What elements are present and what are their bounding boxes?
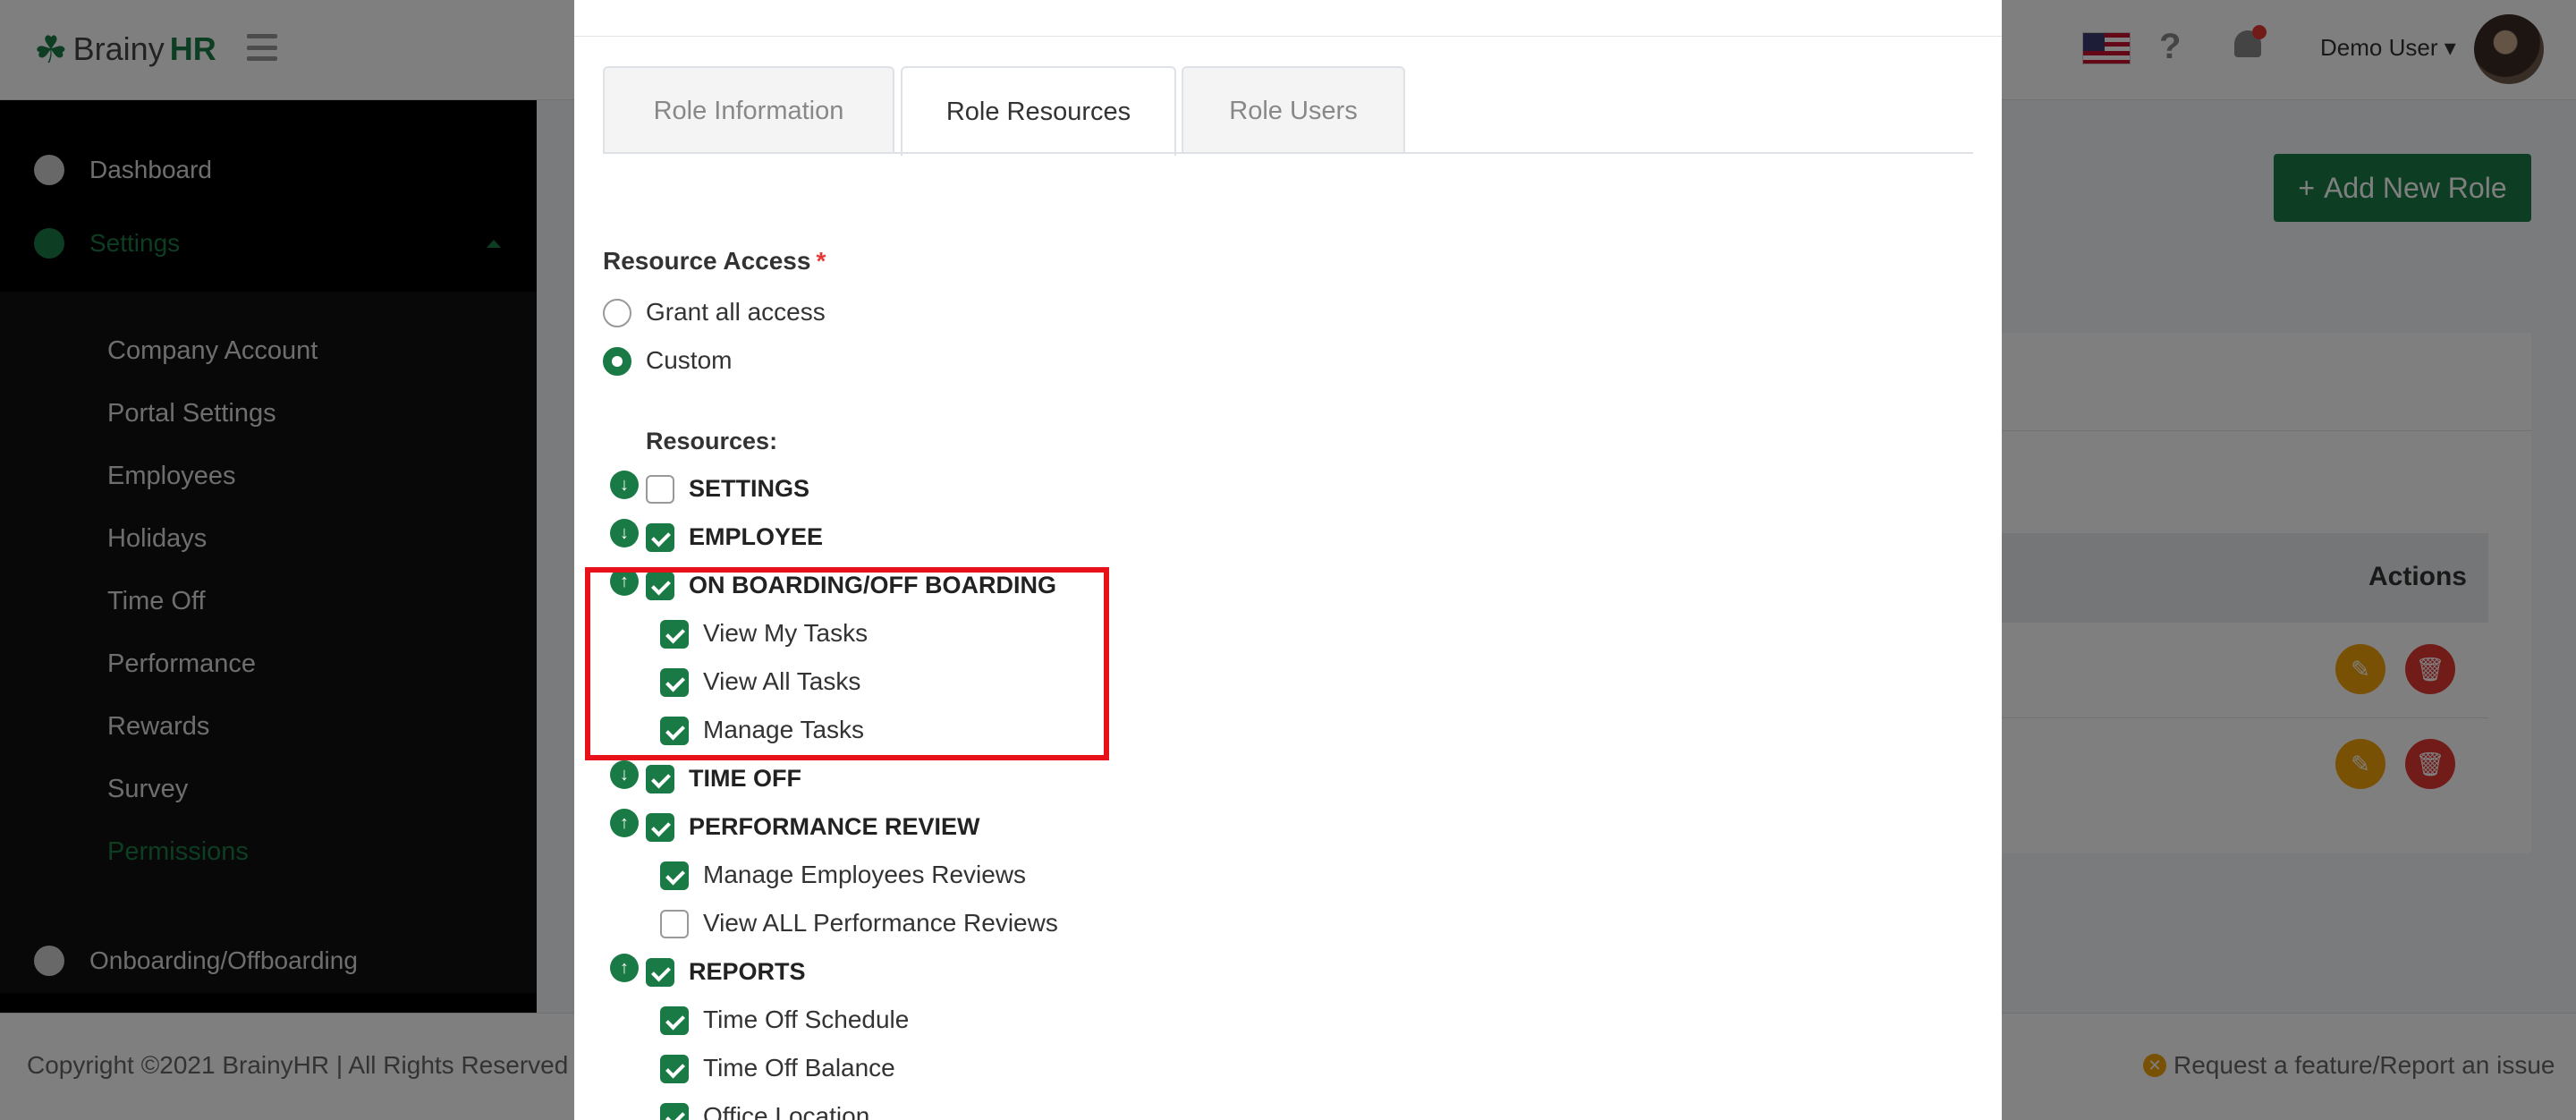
modal-header-divider xyxy=(574,36,2002,37)
expand-arrow-down-icon[interactable]: ↓ xyxy=(610,760,639,789)
resource-access-label: Resource Access * xyxy=(603,247,826,275)
resources-label: Resources: xyxy=(646,428,778,454)
manage-employees-reviews-checkbox[interactable] xyxy=(660,861,689,890)
expand-arrow-down-icon[interactable]: ↓ xyxy=(610,519,639,547)
time-off-balance-checkbox[interactable] xyxy=(660,1055,689,1083)
time-off-balance-label: Time Off Balance xyxy=(703,1054,895,1082)
office-location-label: Office Location xyxy=(703,1102,870,1120)
performance-checkbox[interactable] xyxy=(646,813,674,842)
view-all-performance-reviews-checkbox[interactable] xyxy=(660,910,689,938)
tab-role-users[interactable]: Role Users xyxy=(1182,66,1405,154)
reports-resource-label: REPORTS xyxy=(689,958,806,985)
required-mark: * xyxy=(816,247,826,275)
timeoff-checkbox[interactable] xyxy=(646,765,674,793)
custom-radio[interactable] xyxy=(603,347,631,376)
highlight-box xyxy=(585,567,1109,760)
employee-resource-label: EMPLOYEE xyxy=(689,523,824,550)
employee-checkbox[interactable] xyxy=(646,523,674,552)
tab-role-information[interactable]: Role Information xyxy=(603,66,894,154)
expand-arrow-down-icon[interactable]: ↓ xyxy=(610,471,639,499)
grant-all-label[interactable]: Grant all access xyxy=(646,298,826,327)
manage-employees-reviews-label: Manage Employees Reviews xyxy=(703,861,1027,888)
grant-all-radio[interactable] xyxy=(603,299,631,327)
reports-checkbox[interactable] xyxy=(646,958,674,987)
settings-checkbox[interactable] xyxy=(646,475,674,504)
settings-resource-label: SETTINGS xyxy=(689,475,810,502)
tabs-underline xyxy=(603,152,1973,154)
office-location-checkbox[interactable] xyxy=(660,1103,689,1120)
time-off-schedule-label: Time Off Schedule xyxy=(703,1005,910,1033)
time-off-schedule-checkbox[interactable] xyxy=(660,1006,689,1035)
custom-label[interactable]: Custom xyxy=(646,346,732,375)
timeoff-resource-label: TIME OFF xyxy=(689,765,801,792)
view-all-performance-reviews-label: View ALL Performance Reviews xyxy=(703,909,1058,937)
collapse-arrow-up-icon[interactable]: ↑ xyxy=(610,809,639,837)
collapse-arrow-up-icon[interactable]: ↑ xyxy=(610,954,639,982)
tab-role-resources[interactable]: Role Resources xyxy=(901,66,1176,156)
role-modal: Role Information Role Resources Role Use… xyxy=(574,0,2002,1120)
performance-resource-label: PERFORMANCE REVIEW xyxy=(689,813,980,840)
